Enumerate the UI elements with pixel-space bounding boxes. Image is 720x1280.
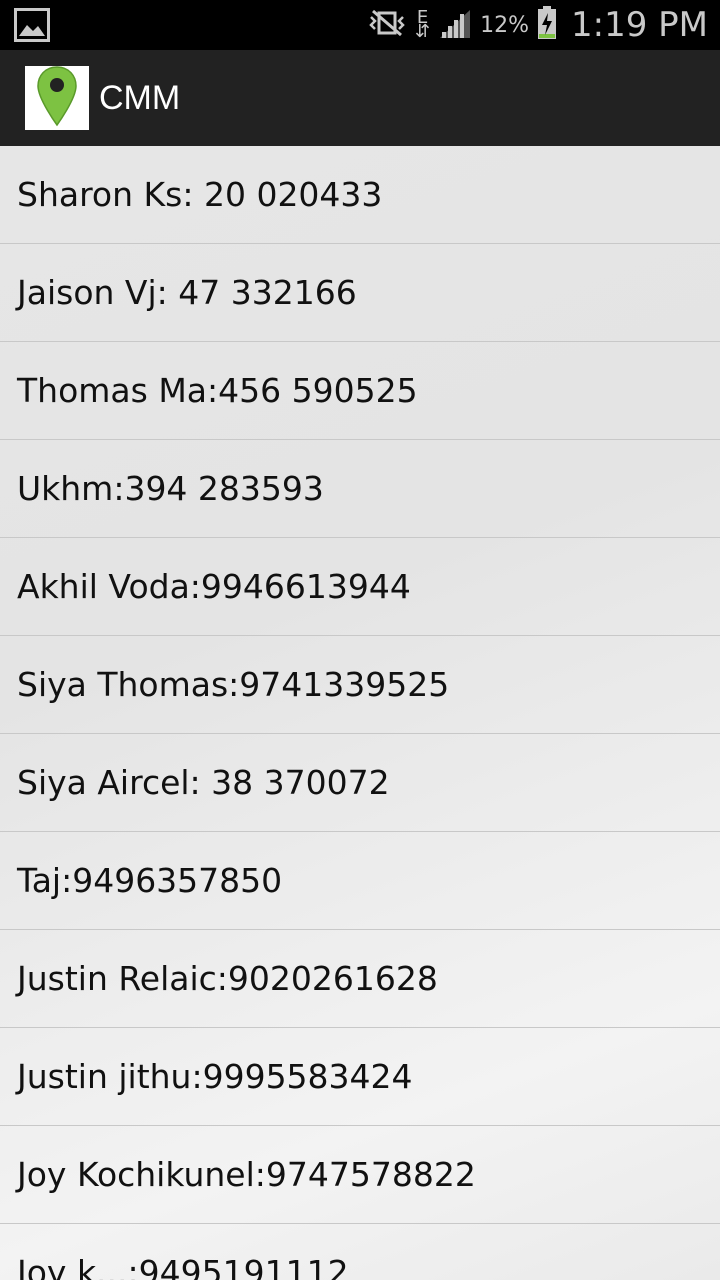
contact-text: Justin Relaic:9020261628 [17,959,438,998]
list-item[interactable]: Akhil Voda:9946613944 [0,538,720,636]
list-item[interactable]: Justin jithu:9995583424 [0,1028,720,1126]
contact-text: Sharon Ks: 20 020433 [17,175,383,214]
list-item[interactable]: Taj:9496357850 [0,832,720,930]
map-pin-icon [35,65,79,131]
gallery-notification-icon [14,8,50,42]
contact-text: Taj:9496357850 [17,861,283,900]
status-bar: E ⇵ 12% 1:19 PM [0,0,720,50]
data-transfer-icon: ⇵ [415,21,431,42]
list-item[interactable]: Sharon Ks: 20 020433 [0,146,720,244]
list-item[interactable]: Justin Relaic:9020261628 [0,930,720,1028]
list-item[interactable]: Siya Aircel: 38 370072 [0,734,720,832]
contact-text: Siya Thomas:9741339525 [17,665,450,704]
contact-text: Akhil Voda:9946613944 [17,567,411,606]
list-item[interactable]: Thomas Ma:456 590525 [0,342,720,440]
contact-text: Ukhm:394 283593 [17,469,324,508]
app-title: CMM [99,78,181,117]
contact-text: Joy Kochikunel:9747578822 [17,1155,476,1194]
contact-text: Thomas Ma:456 590525 [17,371,418,410]
contact-text: Joy k...:9495191112 [17,1253,349,1280]
contact-list[interactable]: Sharon Ks: 20 020433 Jaison Vj: 47 33216… [0,146,720,1280]
vibrate-mute-icon [367,9,407,41]
battery-percentage: 12% [480,12,529,38]
network-type-indicator: E ⇵ [415,9,431,42]
battery-charging-icon [537,6,557,44]
list-item[interactable]: Joy Kochikunel:9747578822 [0,1126,720,1224]
list-item[interactable]: Siya Thomas:9741339525 [0,636,720,734]
list-item[interactable]: Joy k...:9495191112 [0,1224,720,1280]
clock: 1:19 PM [571,5,708,45]
signal-strength-icon [438,8,472,42]
contact-text: Jaison Vj: 47 332166 [17,273,357,312]
contact-text: Justin jithu:9995583424 [17,1057,413,1096]
app-logo[interactable] [25,66,89,130]
list-item[interactable]: Ukhm:394 283593 [0,440,720,538]
contact-text: Siya Aircel: 38 370072 [17,763,390,802]
action-bar: CMM [0,50,720,146]
list-item[interactable]: Jaison Vj: 47 332166 [0,244,720,342]
